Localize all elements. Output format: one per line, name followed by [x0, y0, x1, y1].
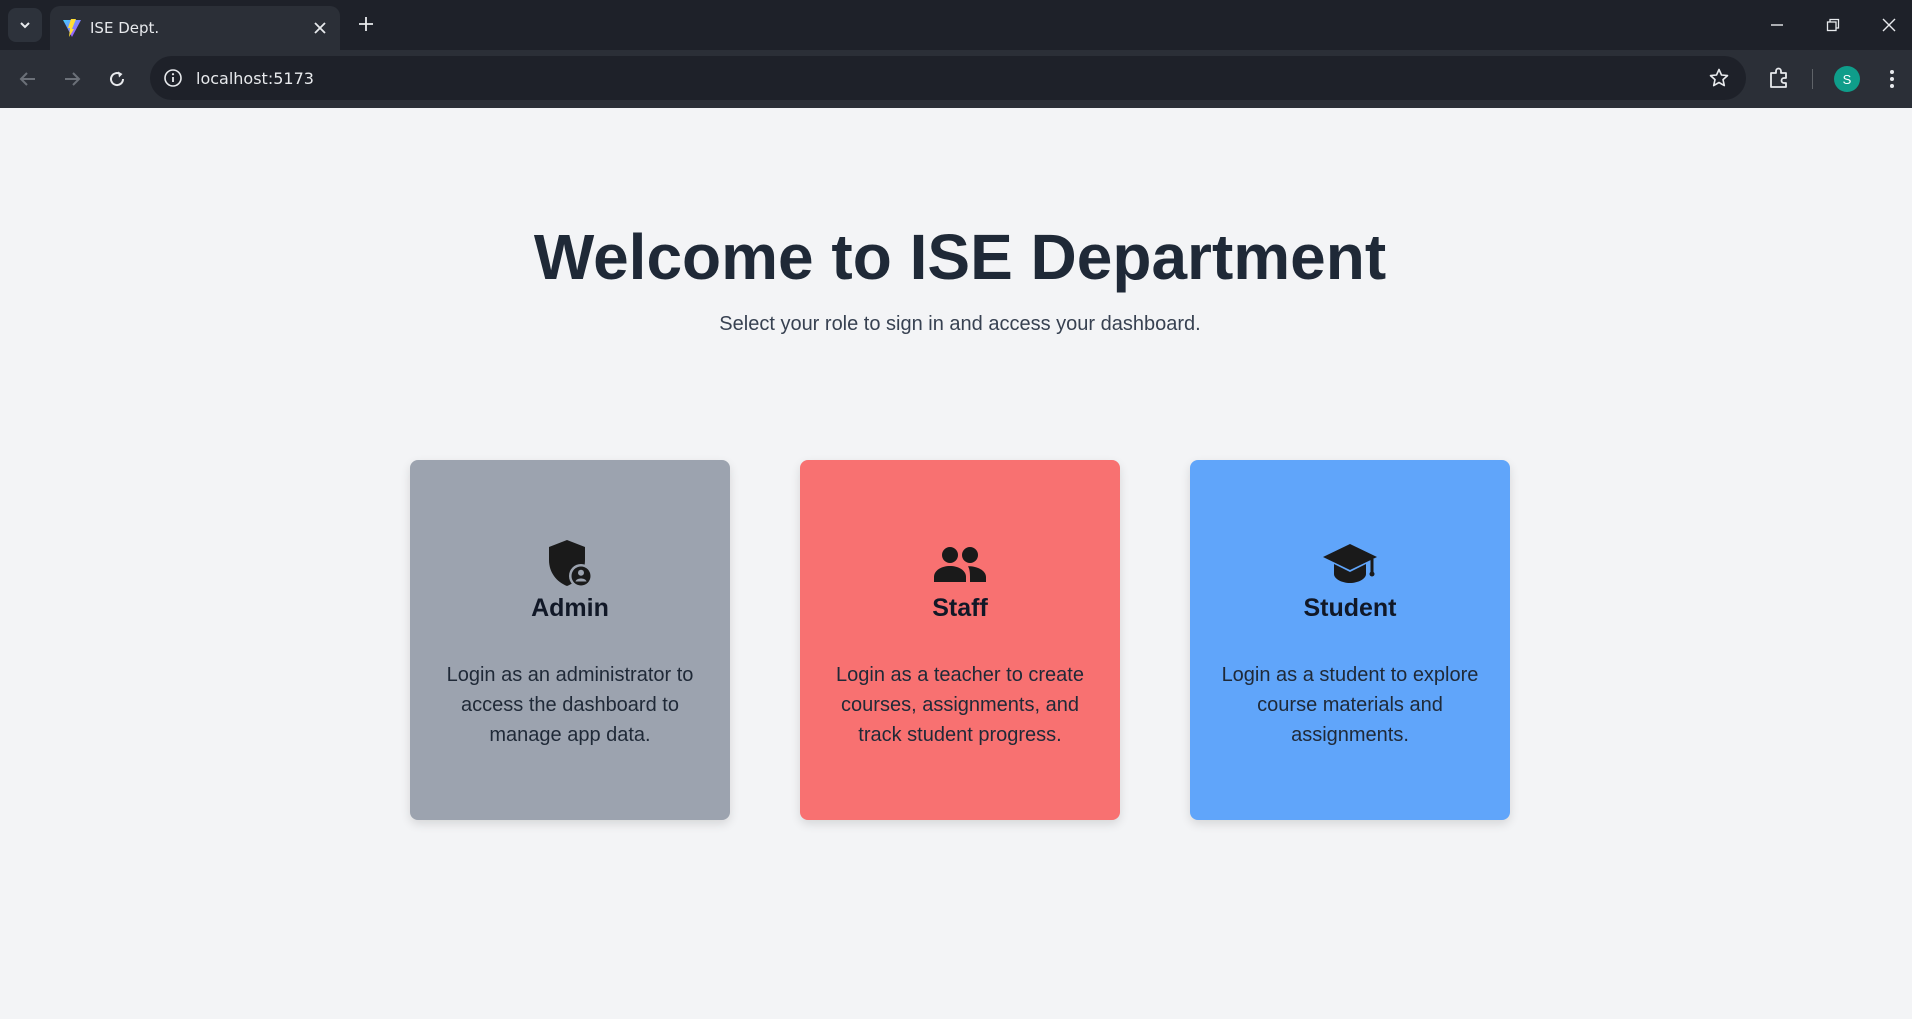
card-icon-wrap — [410, 536, 730, 590]
card-description: Login as a student to explore course mat… — [1221, 664, 1479, 746]
graduation-cap-icon — [1323, 544, 1377, 583]
student-role-card[interactable]: Student Login as a student to explore co… — [1190, 460, 1510, 820]
back-button[interactable] — [12, 63, 44, 95]
arrow-left-icon — [19, 72, 35, 86]
new-tab-button[interactable] — [354, 12, 378, 36]
card-description: Login as an administrator to access the … — [446, 664, 694, 746]
plus-icon — [359, 17, 373, 31]
reload-icon — [110, 71, 125, 87]
reload-button[interactable] — [101, 63, 133, 95]
toolbar-separator — [1812, 69, 1813, 89]
url-text[interactable]: localhost:5173 — [196, 69, 314, 88]
close-window-button[interactable] — [1874, 10, 1904, 40]
tab-close-button[interactable] — [310, 18, 330, 38]
browser-tab-bar: ISE Dept. — [0, 0, 1912, 50]
browser-menu-button[interactable] — [1880, 67, 1904, 91]
close-icon — [1882, 18, 1896, 32]
page-title: Welcome to ISE Department — [533, 221, 1387, 293]
restore-button[interactable] — [1818, 10, 1848, 40]
page-subtitle: Select your role to sign in and access y… — [719, 313, 1201, 335]
more-vertical-icon — [1890, 70, 1894, 88]
browser-tab[interactable]: ISE Dept. — [50, 6, 340, 50]
info-icon[interactable] — [162, 67, 184, 89]
forward-button[interactable] — [56, 63, 88, 95]
arrow-right-icon — [65, 72, 81, 86]
vite-logo-icon — [63, 19, 81, 37]
extensions-puzzle-icon[interactable] — [1766, 65, 1792, 91]
browser-toolbar: localhost:5173 S — [0, 50, 1912, 108]
card-icon-wrap — [800, 536, 1120, 590]
profile-avatar[interactable]: S — [1834, 66, 1860, 92]
card-description: Login as a teacher to create courses, as… — [836, 664, 1084, 746]
people-icon — [934, 547, 986, 582]
card-title: Admin — [531, 594, 609, 622]
card-title: Student — [1303, 594, 1397, 622]
close-icon — [314, 22, 326, 34]
minimize-icon — [1771, 24, 1783, 26]
minimize-button[interactable] — [1762, 10, 1792, 40]
chevron-down-icon — [20, 22, 30, 29]
admin-role-card[interactable]: Admin Login as an administrator to acces… — [410, 460, 730, 820]
staff-role-card[interactable]: Staff Login as a teacher to create cours… — [800, 460, 1120, 820]
admin-shield-icon — [549, 540, 593, 588]
bookmark-star-icon[interactable] — [1708, 67, 1730, 89]
card-icon-wrap — [1190, 536, 1510, 590]
address-bar[interactable]: localhost:5173 — [150, 56, 1746, 100]
card-title: Staff — [932, 594, 988, 622]
tab-search-button[interactable] — [8, 8, 42, 42]
restore-icon — [1826, 18, 1840, 32]
tab-title: ISE Dept. — [90, 19, 160, 37]
